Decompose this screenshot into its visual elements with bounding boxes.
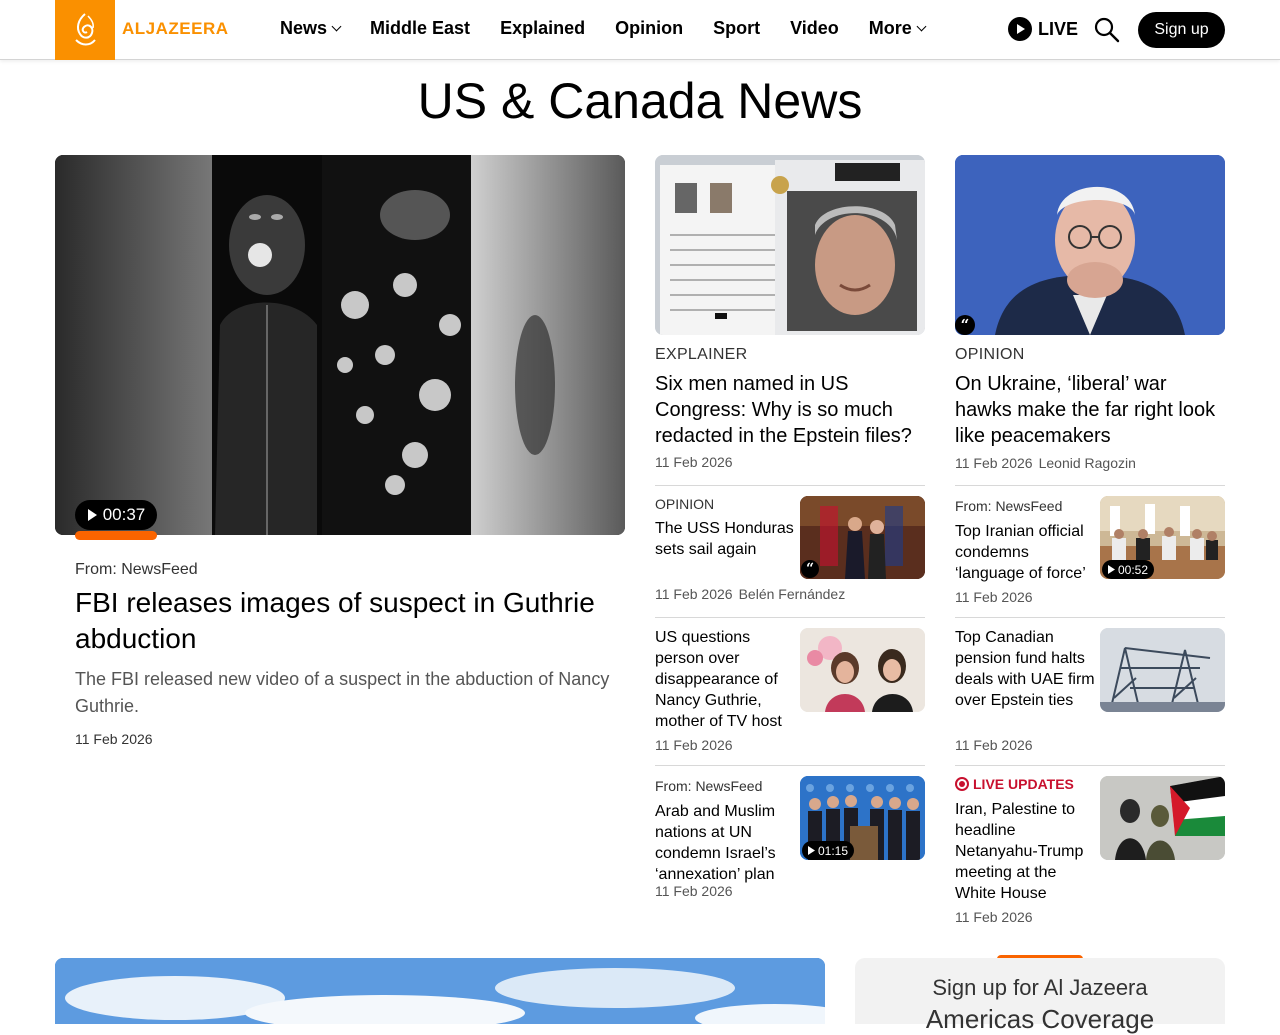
- site-header: ALJAZEERA News Middle East Explained Opi…: [0, 0, 1280, 60]
- divider: [955, 485, 1225, 486]
- article-date: 11 Feb 2026: [655, 586, 733, 602]
- article-headline-link[interactable]: Arab and Muslim nations at UN condemn Is…: [655, 801, 795, 885]
- hero-headline-link[interactable]: FBI releases images of suspect in Guthri…: [75, 585, 615, 657]
- live-updates-label: LIVE UPDATES: [973, 776, 1074, 792]
- article-date: 11 Feb 2026: [955, 737, 1033, 753]
- nav-item-sport[interactable]: Sport: [713, 18, 760, 39]
- nav-label: More: [868, 18, 912, 38]
- logo-wordmark[interactable]: ALJAZEERA: [122, 19, 229, 39]
- divider: [955, 765, 1225, 766]
- live-updates-tag[interactable]: LIVE UPDATES: [955, 776, 1074, 792]
- article-kicker[interactable]: OPINION: [655, 496, 714, 512]
- guthrie-thumbnail[interactable]: [800, 628, 925, 712]
- nav-item-video[interactable]: Video: [790, 18, 839, 39]
- nav-item-news[interactable]: News: [280, 18, 342, 39]
- hero-summary: The FBI released new video of a suspect …: [75, 669, 610, 716]
- hero-video-thumbnail[interactable]: [55, 155, 625, 535]
- nav-label: Explained: [500, 18, 586, 38]
- divider: [655, 765, 925, 766]
- article-headline-link[interactable]: US questions person over disappearance o…: [655, 627, 795, 732]
- nav-label: News: [280, 18, 328, 38]
- play-icon: [87, 509, 97, 521]
- article-date: 11 Feb 2026: [655, 454, 733, 470]
- video-progress-accent: [75, 531, 157, 540]
- main-nav: News Middle East Explained Opinion Sport…: [280, 18, 927, 39]
- live-label: LIVE: [1038, 18, 1079, 39]
- signup-card-subtitle: Americas Coverage: [925, 1004, 1155, 1034]
- article-author[interactable]: Belén Fernández: [739, 586, 846, 602]
- article-headline-link[interactable]: The USS Honduras sets sail again: [655, 518, 795, 560]
- article-kicker[interactable]: OPINION: [955, 346, 1025, 364]
- nav-label: Middle East: [370, 18, 471, 38]
- quote-icon: “: [955, 315, 975, 335]
- palestine-flag-thumbnail[interactable]: [1100, 776, 1225, 860]
- quote-icon: “: [801, 560, 819, 578]
- duration-text: 00:52: [1118, 562, 1149, 577]
- article-kicker[interactable]: From: NewsFeed: [655, 778, 762, 794]
- duration-text: 01:15: [818, 843, 849, 858]
- sign-up-button[interactable]: Sign up: [1138, 12, 1225, 48]
- nav-label: Opinion: [615, 18, 684, 38]
- chevron-down-icon: [916, 21, 927, 32]
- hero-date: 11 Feb 2026: [75, 731, 153, 747]
- nav-item-more[interactable]: More: [868, 18, 927, 39]
- nav-item-opinion[interactable]: Opinion: [615, 18, 683, 39]
- divider: [655, 485, 925, 486]
- article-meta: 11 Feb 2026 Belén Fernández: [655, 586, 845, 602]
- epstein-files-thumbnail[interactable]: [655, 155, 925, 335]
- featured-story-image[interactable]: [55, 958, 825, 1024]
- video-duration-badge[interactable]: 00:52: [1102, 560, 1155, 579]
- divider: [955, 617, 1225, 618]
- article-date: 11 Feb 2026: [655, 737, 733, 753]
- signup-card-title: Sign up for Al Jazeera: [932, 975, 1148, 1000]
- article-date: 11 Feb 2026: [955, 455, 1033, 471]
- video-duration-badge[interactable]: 01:15: [802, 841, 855, 860]
- nav-label: Sport: [713, 18, 761, 38]
- article-kicker[interactable]: From: NewsFeed: [955, 498, 1062, 514]
- article-headline-link[interactable]: Top Iranian official condemns ‘language …: [955, 521, 1095, 584]
- hero-source: From: NewsFeed: [75, 561, 198, 578]
- port-cranes-thumbnail[interactable]: [1100, 628, 1225, 712]
- article-headline-link[interactable]: On Ukraine, ‘liberal’ war hawks make the…: [955, 371, 1225, 449]
- nav-label: Video: [790, 18, 839, 38]
- article-headline-link[interactable]: Iran, Palestine to headline Netanyahu-Tr…: [955, 799, 1095, 904]
- play-icon: [1008, 17, 1032, 41]
- article-kicker[interactable]: EXPLAINER: [655, 346, 748, 364]
- nav-item-explained[interactable]: Explained: [500, 18, 585, 39]
- article-date: 11 Feb 2026: [655, 883, 733, 899]
- article-headline-link[interactable]: Six men named in US Congress: Why is so …: [655, 371, 920, 449]
- article-headline-link[interactable]: Top Canadian pension fund halts deals wi…: [955, 627, 1095, 711]
- page-title: US & Canada News: [417, 73, 863, 129]
- opinion-ukraine-thumbnail[interactable]: [955, 155, 1225, 335]
- divider: [655, 617, 925, 618]
- article-date: 11 Feb 2026: [955, 909, 1033, 925]
- article-author[interactable]: Leonid Ragozin: [1039, 455, 1136, 471]
- nav-item-middle-east[interactable]: Middle East: [370, 18, 470, 39]
- live-dot-icon: [955, 777, 969, 791]
- play-icon: [1108, 565, 1115, 574]
- chevron-down-icon: [331, 21, 342, 32]
- play-icon: [808, 846, 815, 855]
- article-meta: 11 Feb 2026 Leonid Ragozin: [955, 455, 1136, 471]
- duration-text: 00:37: [102, 505, 146, 524]
- article-date: 11 Feb 2026: [955, 589, 1033, 605]
- video-duration-badge[interactable]: 00:37: [75, 500, 157, 530]
- search-icon[interactable]: [1094, 17, 1120, 43]
- live-link[interactable]: LIVE: [1008, 17, 1078, 41]
- aljazeera-logo-icon[interactable]: [55, 0, 115, 60]
